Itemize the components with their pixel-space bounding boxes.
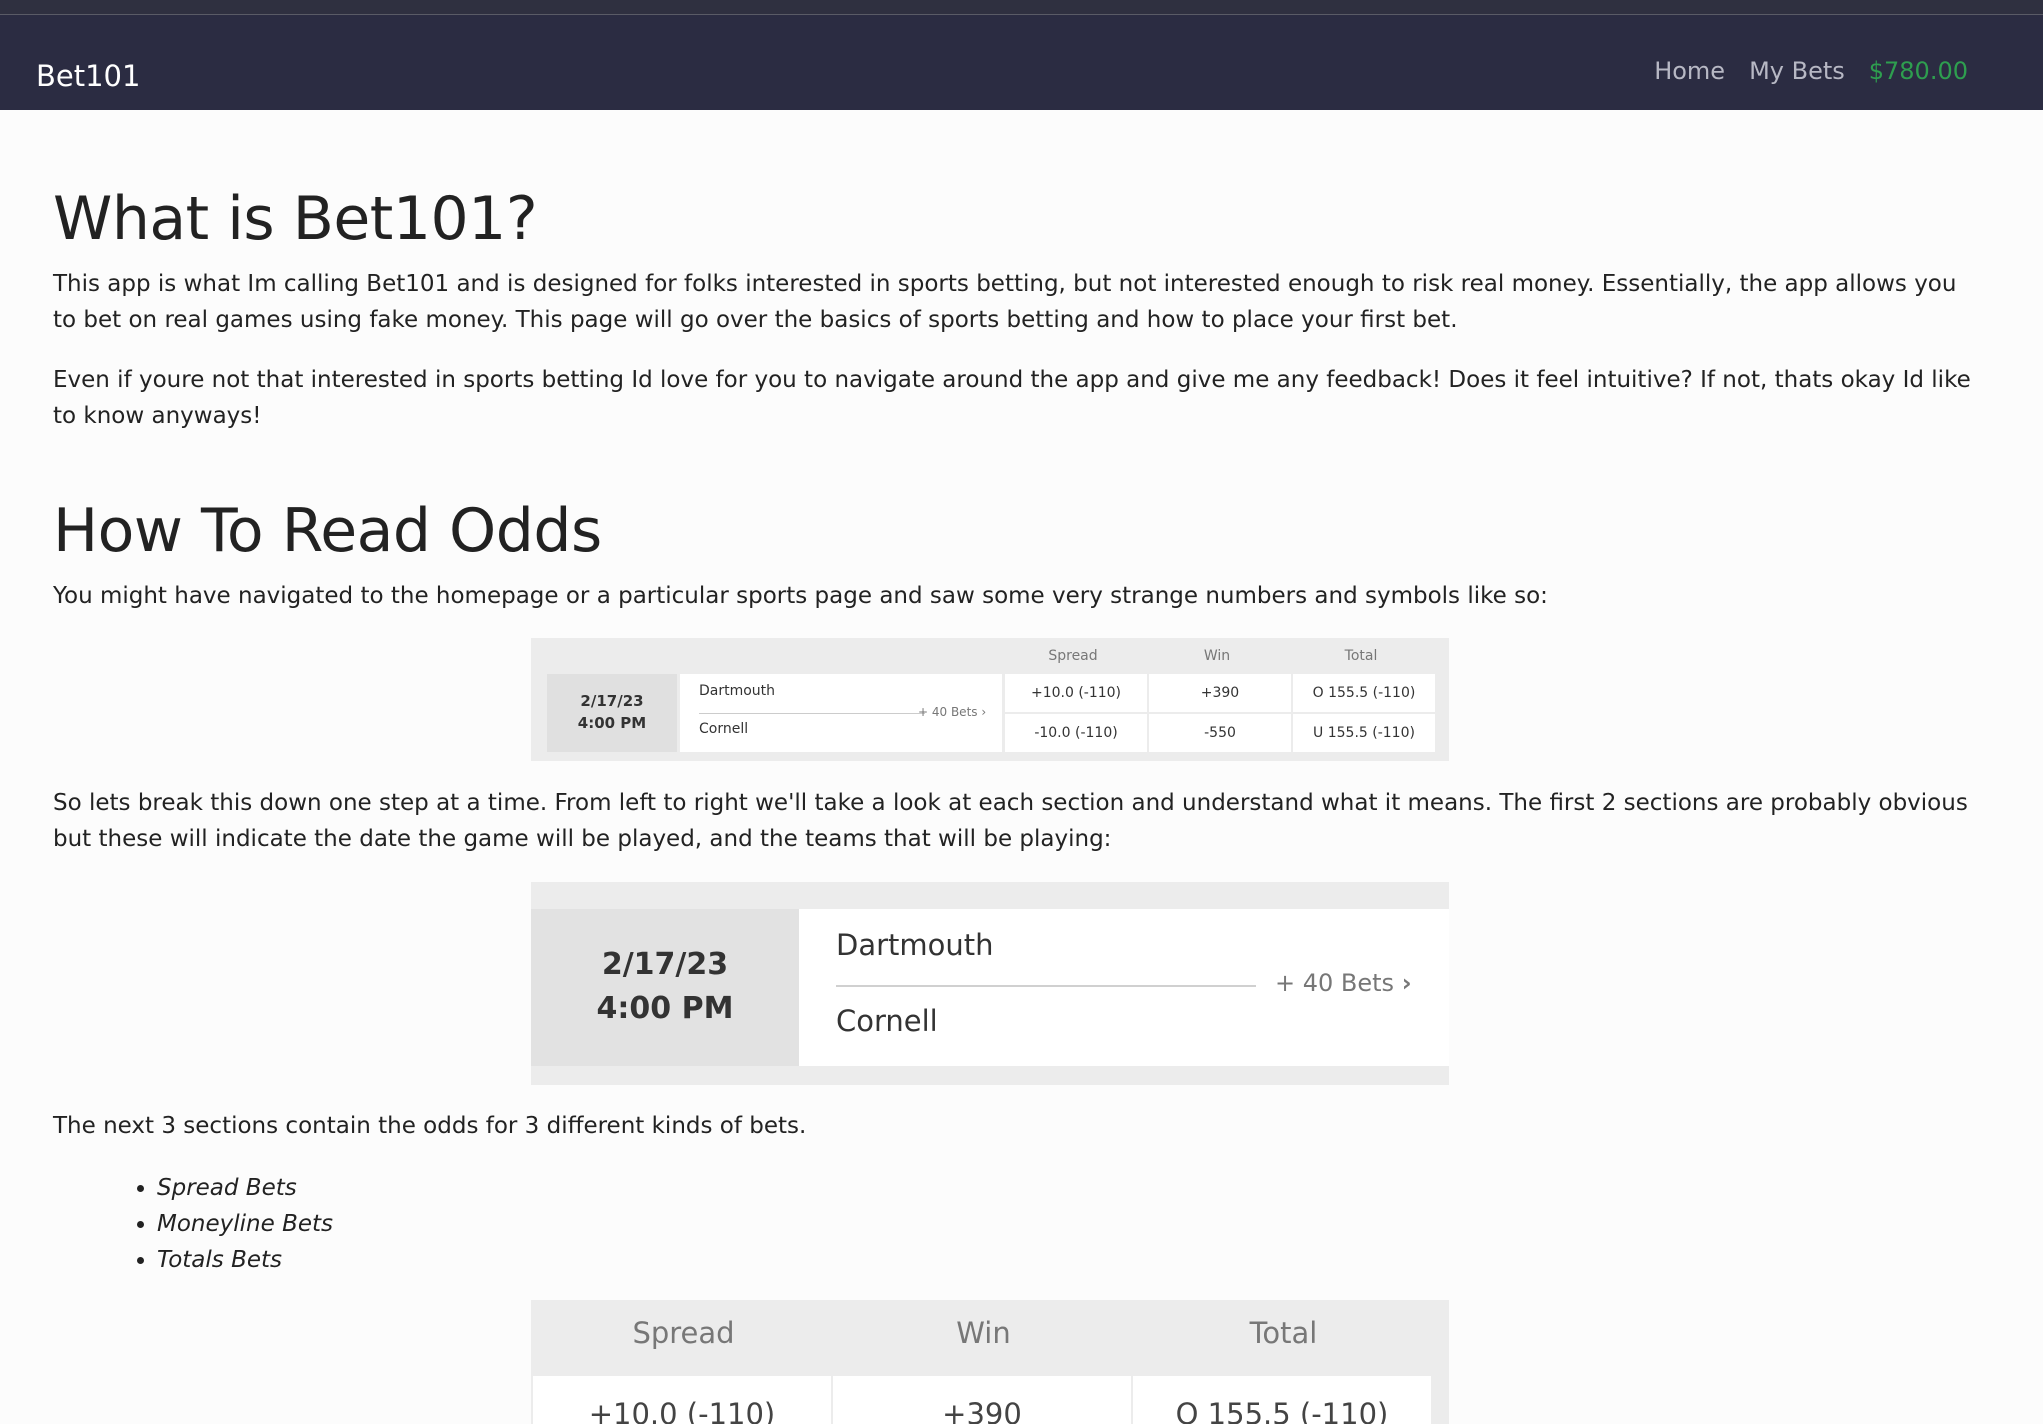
game-time: 4:00 PM [596,991,734,1026]
spread-cell-1: +10.0 (-110) [533,1376,831,1424]
spread-cell-2: -10.0 (-110) [1005,714,1147,752]
window-top-strip [0,0,2043,15]
team-home: Dartmouth [836,928,994,962]
total-header: Total [1249,1316,1318,1350]
account-balance[interactable]: $780.00 [1869,55,1968,87]
game-date-box-zoomed: 2/17/23 4:00 PM [531,909,799,1066]
intro-paragraph: This app is what Im calling Bet101 and i… [53,271,1957,333]
list-item: Spread Bets [157,1170,333,1206]
bet-types-paragraph: The next 3 sections contain the odds for… [53,1113,807,1139]
nav-links: Home My Bets $780.00 [1654,55,1968,87]
odds-example-full: Spread Win Total 2/17/23 4:00 PM Dartmou… [531,638,1449,761]
game-date: 2/17/23 [601,947,729,982]
more-bets-link: + 40 Bets › [1275,969,1412,997]
odds-intro-paragraph: You might have navigated to the homepage… [53,583,1548,609]
odds-example-odds-columns: Spread Win Total +10.0 (-110) +390 O 155… [531,1300,1449,1424]
list-item: Totals Bets [157,1242,333,1278]
win-cell-1: +390 [833,1376,1131,1424]
navbar: Bet101 Home My Bets $780.00 [0,15,2043,110]
feedback-paragraph: Even if youre not that interested in spo… [53,367,1971,429]
total-cell-1: O 155.5 (-110) [1133,1376,1431,1424]
breakdown-paragraph: So lets break this down one step at a ti… [53,790,1968,852]
list-item: Moneyline Bets [157,1206,333,1242]
teams-box-zoomed: Dartmouth Cornell + 40 Bets › [799,909,1449,1066]
win-header: Win [956,1316,1011,1350]
team-home: Dartmouth [699,683,776,699]
game-date: 2/17/23 [580,692,644,710]
win-cell-2: -550 [1149,714,1291,752]
heading-how-to-read-odds: How To Read Odds [53,496,602,566]
odds-example-date-teams: 2/17/23 4:00 PM Dartmouth Cornell + 40 B… [531,882,1449,1085]
nav-home-link[interactable]: Home [1654,55,1725,87]
team-away: Cornell [699,721,749,737]
total-cell-2: U 155.5 (-110) [1293,714,1435,752]
heading-what-is-bet101: What is Bet101? [53,184,538,254]
spread-cell-1: +10.0 (-110) [1005,674,1147,712]
teams-box: Dartmouth Cornell + 40 Bets › [680,674,1002,752]
bet-types-list: Spread Bets Moneyline Bets Totals Bets [103,1170,333,1278]
chevron-right-icon: › [981,705,987,719]
total-header: Total [1344,648,1378,664]
more-bets-link: + 40 Bets › [918,705,986,719]
more-bets-label: + 40 Bets [1275,969,1395,997]
team-divider [699,713,925,714]
chevron-right-icon: › [1401,969,1412,997]
total-cell-1: O 155.5 (-110) [1293,674,1435,712]
win-cell-1: +390 [1149,674,1291,712]
spread-header: Spread [1048,648,1098,664]
game-time: 4:00 PM [577,714,647,732]
team-away: Cornell [836,1004,938,1038]
brand-logo[interactable]: Bet101 [36,59,140,93]
game-date-box: 2/17/23 4:00 PM [547,674,677,752]
win-header: Win [1203,648,1231,664]
team-divider [836,985,1256,987]
more-bets-label: + 40 Bets [918,705,978,719]
spread-header: Spread [632,1316,735,1350]
nav-my-bets-link[interactable]: My Bets [1749,55,1845,87]
